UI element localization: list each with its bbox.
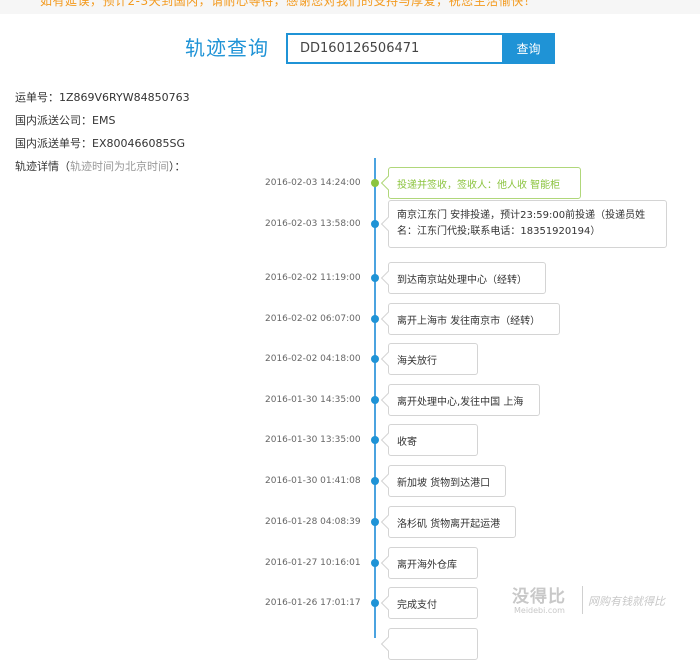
- timeline-item: 2016-02-03 14:24:00 投递并签收，签收人：他人收 智能柜: [0, 163, 700, 203]
- timeline-event: 收寄: [388, 424, 478, 456]
- timeline-dot: [371, 559, 379, 567]
- timeline-item: 2016-01-30 01:41:08 新加坡 货物到达港口: [0, 461, 700, 501]
- timeline-event: 洛杉矶 货物离开起运港: [388, 506, 516, 538]
- timeline-time: 2016-01-30 13:35:00: [265, 435, 361, 445]
- timeline-item: 2016-01-30 14:35:00 离开处理中心,发往中国 上海: [0, 380, 700, 420]
- watermark-slogan: 网购有钱就得比: [588, 595, 665, 608]
- timeline-time: 2016-01-26 17:01:17: [265, 598, 361, 608]
- timeline-dot: [371, 274, 379, 282]
- tracking-number-label: 运单号：1Z869V6RYW84850763: [15, 91, 190, 104]
- timeline-event: 离开处理中心,发往中国 上海: [388, 384, 540, 416]
- timeline-event: 海关放行: [388, 343, 478, 375]
- timeline-time: 2016-02-02 06:07:00: [265, 314, 361, 324]
- timeline-time: 2016-01-27 10:16:01: [265, 558, 361, 568]
- watermark-logo: 没得比: [512, 587, 566, 607]
- watermark: 没得比 Meidebi.com 网购有钱就得比: [512, 582, 697, 622]
- timeline-item: 2016-02-02 11:19:00 到达南京站处理中心（经转）: [0, 258, 700, 298]
- timeline-dot: [371, 477, 379, 485]
- timeline-event: 离开海外仓库: [388, 547, 478, 579]
- timeline-time: 2016-01-30 01:41:08: [265, 476, 361, 486]
- timeline-item: [0, 624, 700, 664]
- watermark-divider: [582, 586, 583, 614]
- search-button[interactable]: 查询: [502, 33, 555, 64]
- watermark-url: Meidebi.com: [514, 606, 565, 615]
- timeline-time: 2016-01-28 04:08:39: [265, 517, 361, 527]
- timeline-dot-current: [371, 179, 379, 187]
- timeline-event: 完成支付: [388, 587, 478, 619]
- timeline-event: 到达南京站处理中心（经转）: [388, 262, 546, 294]
- timeline-event: 南京江东门 安排投递，预计23:59:00前投递（投递员姓名：江东门代投;联系电…: [388, 200, 667, 248]
- domestic-number-label: 国内派送单号：EX800466085SG: [15, 137, 185, 150]
- timeline-time: 2016-02-02 11:19:00: [265, 273, 361, 283]
- timeline-event: [388, 628, 478, 660]
- timeline-time: 2016-02-02 04:18:00: [265, 354, 361, 364]
- timeline-dot: [371, 315, 379, 323]
- notice-text: 如有延误，预计2-3天到国内，请耐心等待，感谢您对我们的支持与厚爱，祝您生活愉快…: [40, 0, 537, 8]
- timeline-dot: [371, 396, 379, 404]
- timeline-item: 2016-02-02 04:18:00 海关放行: [0, 339, 700, 379]
- timeline-event: 新加坡 货物到达港口: [388, 465, 506, 497]
- timeline-item: 2016-02-02 06:07:00 离开上海市 发往南京市（经转）: [0, 299, 700, 339]
- timeline-dot: [371, 599, 379, 607]
- tracking-number-input[interactable]: [286, 33, 502, 64]
- timeline-item: 2016-01-28 04:08:39 洛杉矶 货物离开起运港: [0, 502, 700, 542]
- timeline-dot: [371, 220, 379, 228]
- timeline-event-current: 投递并签收，签收人：他人收 智能柜: [388, 167, 581, 199]
- timeline-time: 2016-02-03 14:24:00: [265, 178, 361, 188]
- timeline-dot: [371, 355, 379, 363]
- timeline-item: 2016-01-30 13:35:00 收寄: [0, 420, 700, 460]
- timeline-item: 2016-01-27 10:16:01 离开海外仓库: [0, 543, 700, 583]
- notice-banner: 如有延误，预计2-3天到国内，请耐心等待，感谢您对我们的支持与厚爱，祝您生活愉快…: [0, 0, 700, 14]
- timeline-time: 2016-01-30 14:35:00: [265, 395, 361, 405]
- courier-label: 国内派送公司：EMS: [15, 114, 116, 127]
- timeline-event: 离开上海市 发往南京市（经转）: [388, 303, 560, 335]
- timeline-dot: [371, 436, 379, 444]
- timeline-time: 2016-02-03 13:58:00: [265, 219, 361, 229]
- page-title: 轨迹查询: [185, 36, 269, 60]
- timeline-item: 2016-02-03 13:58:00 南京江东门 安排投递，预计23:59:0…: [0, 200, 700, 248]
- timeline-dot: [371, 518, 379, 526]
